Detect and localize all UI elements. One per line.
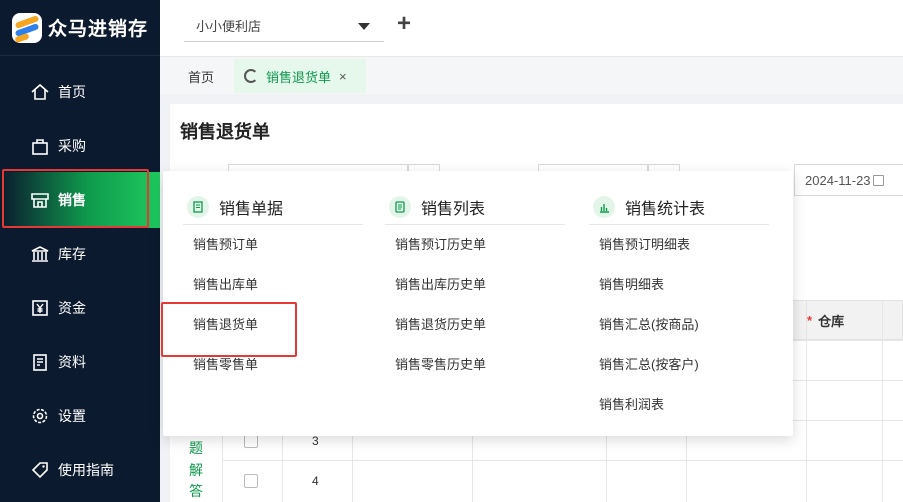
help-char[interactable]: 答 xyxy=(189,481,203,501)
list-icon xyxy=(389,195,411,218)
caret-down-icon xyxy=(358,23,370,30)
sidebar-item-label: 销售 xyxy=(58,192,86,208)
menu-item-preorder-detail[interactable]: 销售预订明细表 xyxy=(589,225,769,265)
sidebar-item-label: 首页 xyxy=(58,84,86,100)
sidebar-item-label: 库存 xyxy=(58,246,86,262)
sidebar-item-label: 资金 xyxy=(58,300,86,316)
document-icon xyxy=(30,352,50,372)
sidebar: 众马进销存 首页 采购 销售 库存 资金 资料 设置 使用指南 xyxy=(0,0,160,502)
yen-icon xyxy=(30,298,50,318)
add-store-button[interactable]: + xyxy=(394,12,414,36)
menu-item-sales-retail[interactable]: 销售零售单 xyxy=(183,345,363,385)
menu-column-reports: 销售统计表 销售预订明细表 销售明细表 销售汇总(按商品) 销售汇总(按客户) … xyxy=(589,189,769,425)
menu-item-return-history[interactable]: 销售退货历史单 xyxy=(385,305,565,345)
menu-item-preorder-history[interactable]: 销售预订历史单 xyxy=(385,225,565,265)
logo-icon xyxy=(12,12,42,43)
sidebar-item-purchase[interactable]: 采购 xyxy=(0,118,160,174)
tab-label: 销售退货单 xyxy=(266,69,332,85)
sidebar-item-label: 使用指南 xyxy=(58,462,114,478)
document-icon xyxy=(187,195,209,218)
sidebar-item-label: 设置 xyxy=(58,408,86,424)
menu-item-sales-detail[interactable]: 销售明细表 xyxy=(589,265,769,305)
sales-menu-dropdown: 销售单据 销售预订单 销售出库单 销售退货单 销售零售单 销售列表 销售预订历史… xyxy=(163,171,793,436)
refresh-icon[interactable] xyxy=(244,69,258,83)
sidebar-item-home[interactable]: 首页 xyxy=(0,64,160,120)
row-divider xyxy=(222,460,903,461)
menu-column-lists: 销售列表 销售预订历史单 销售出库历史单 销售退货历史单 销售零售历史单 xyxy=(385,189,565,385)
menu-item-sales-outbound[interactable]: 销售出库单 xyxy=(183,265,363,305)
menu-column-title: 销售单据 xyxy=(219,200,284,218)
menu-column-header: 销售统计表 xyxy=(589,189,769,225)
menu-item-sales-return[interactable]: 销售退货单 xyxy=(183,305,363,345)
column-header-label: 仓库 xyxy=(818,313,845,329)
column-divider xyxy=(806,340,807,502)
bag-icon xyxy=(30,136,50,156)
date-value: 2024-11-23 xyxy=(805,172,871,188)
sidebar-item-label: 采购 xyxy=(58,138,86,154)
menu-column-documents: 销售单据 销售预订单 销售出库单 销售退货单 销售零售单 xyxy=(183,189,363,385)
app-name: 众马进销存 xyxy=(48,19,149,40)
sidebar-item-sales[interactable]: 销售 xyxy=(0,172,160,228)
row-checkbox[interactable] xyxy=(244,474,258,488)
menu-item-summary-by-product[interactable]: 销售汇总(按商品) xyxy=(589,305,769,345)
menu-item-profit-report[interactable]: 销售利润表 xyxy=(589,385,769,425)
home-icon xyxy=(30,82,50,102)
page-title: 销售退货单 xyxy=(180,122,270,142)
menu-column-title: 销售统计表 xyxy=(625,200,706,218)
required-mark: * xyxy=(807,312,813,328)
sidebar-item-finance[interactable]: 资金 xyxy=(0,280,160,336)
menu-column-title: 销售列表 xyxy=(421,200,486,218)
menu-column-header: 销售列表 xyxy=(385,189,565,225)
tag-icon xyxy=(30,460,50,480)
menu-item-outbound-history[interactable]: 销售出库历史单 xyxy=(385,265,565,305)
topbar: 小小便利店 + xyxy=(160,0,903,56)
sidebar-item-data[interactable]: 资料 xyxy=(0,334,160,390)
logo[interactable]: 众马进销存 xyxy=(0,0,160,56)
row-number: 4 xyxy=(312,474,319,488)
warehouse-icon xyxy=(30,244,50,264)
sidebar-item-guide[interactable]: 使用指南 xyxy=(0,442,160,498)
bar-chart-icon xyxy=(593,195,615,218)
sidebar-item-inventory[interactable]: 库存 xyxy=(0,226,160,282)
store-select[interactable]: 小小便利店 xyxy=(184,10,384,42)
column-divider xyxy=(882,300,883,502)
menu-column-header: 销售单据 xyxy=(183,189,363,225)
sidebar-item-settings[interactable]: 设置 xyxy=(0,388,160,444)
calendar-icon[interactable] xyxy=(872,174,884,186)
column-header-warehouse[interactable]: * 仓库 xyxy=(806,300,882,340)
sidebar-item-label: 资料 xyxy=(58,354,86,370)
gear-icon xyxy=(30,406,50,426)
help-char[interactable]: 解 xyxy=(189,460,203,480)
store-icon xyxy=(30,190,50,210)
menu-item-summary-by-customer[interactable]: 销售汇总(按客户) xyxy=(589,345,769,385)
store-select-value: 小小便利店 xyxy=(196,19,262,34)
tab-home[interactable]: 首页 xyxy=(174,59,228,93)
row-number: 3 xyxy=(312,434,319,448)
menu-item-retail-history[interactable]: 销售零售历史单 xyxy=(385,345,565,385)
close-icon[interactable]: × xyxy=(339,69,347,84)
tab-sales-return[interactable]: 销售退货单 × xyxy=(234,59,366,93)
row-checkbox[interactable] xyxy=(244,434,258,448)
help-char[interactable]: 题 xyxy=(189,438,203,458)
tab-bar: 首页 销售退货单 × xyxy=(160,56,903,94)
menu-item-sales-preorder[interactable]: 销售预订单 xyxy=(183,225,363,265)
date-input[interactable]: 2024-11-23 xyxy=(794,164,903,196)
